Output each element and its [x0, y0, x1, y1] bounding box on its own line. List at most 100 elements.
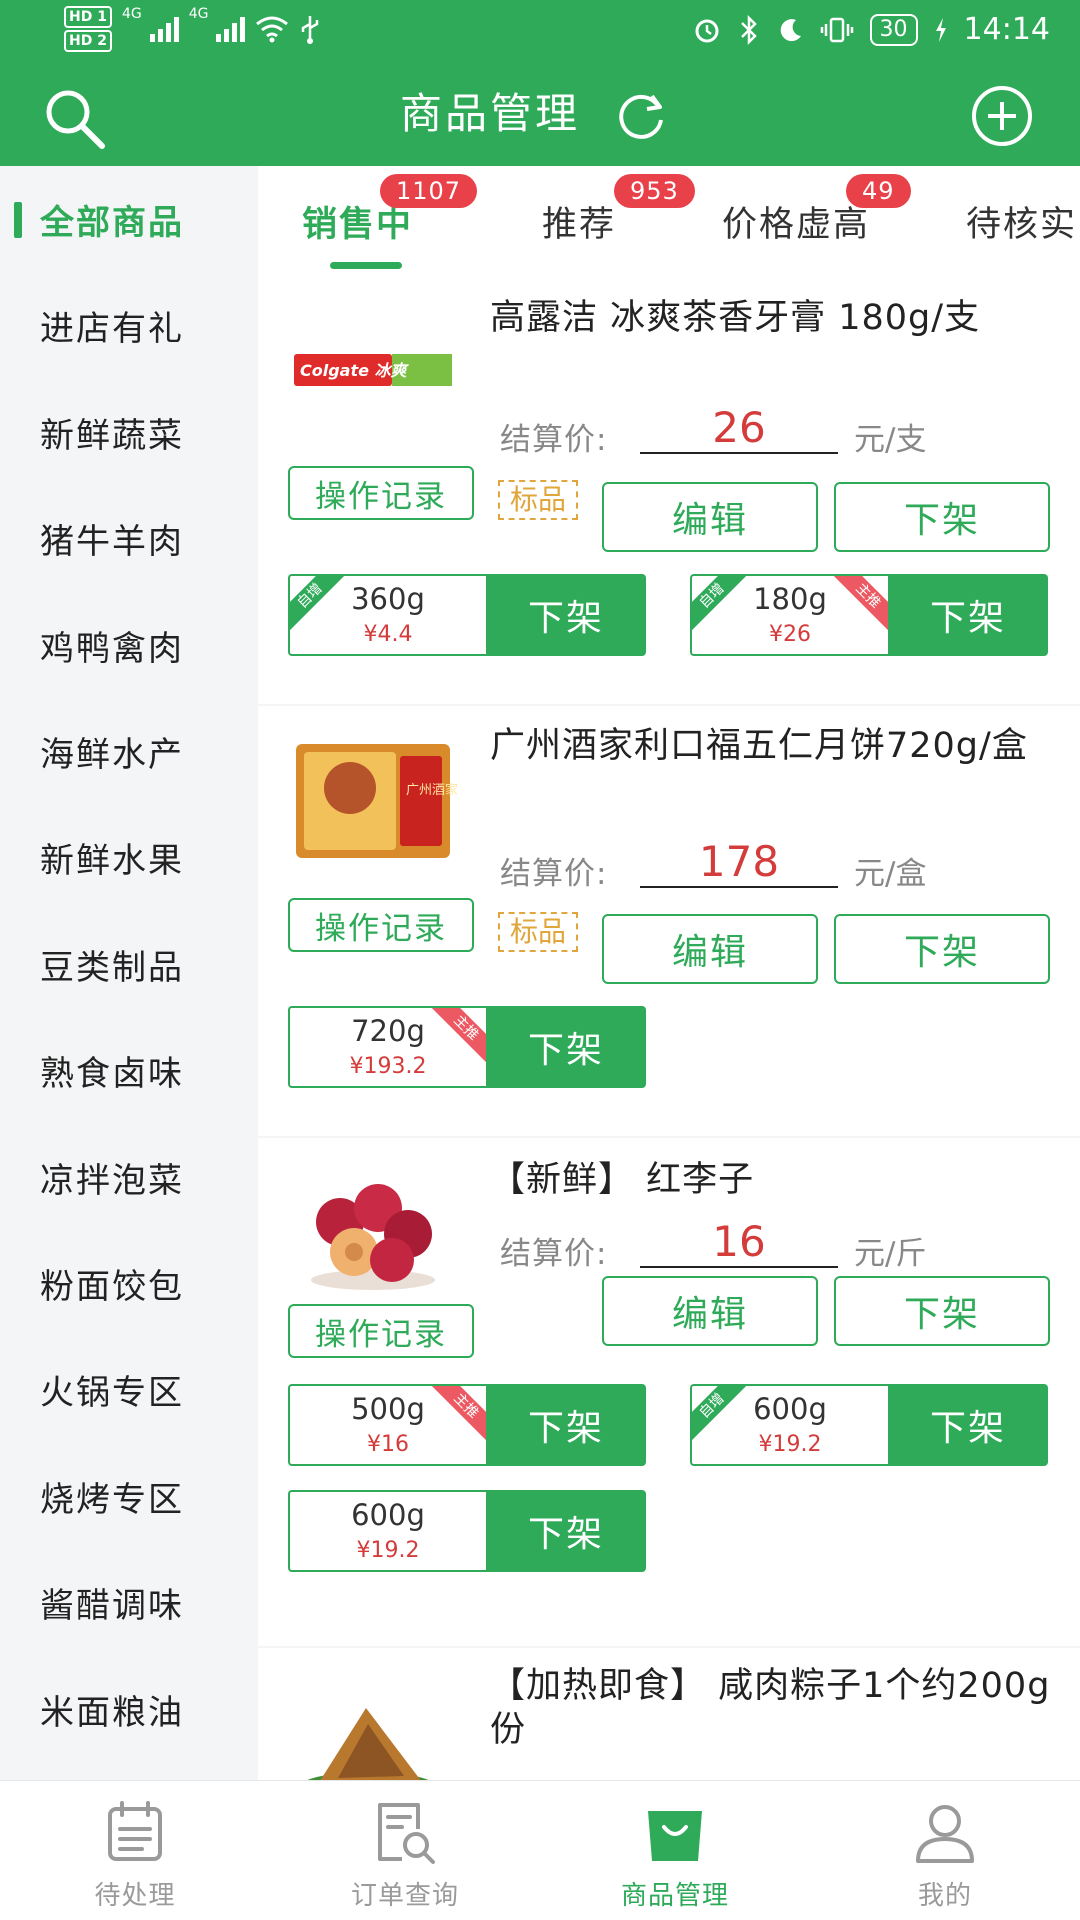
spec-take-down-button[interactable]: 下架	[486, 1384, 646, 1466]
count-badge: 1107	[380, 174, 478, 208]
nav-label: 待处理	[94, 1881, 176, 1911]
sidebar-item[interactable]: 豆类制品	[0, 911, 258, 1017]
edit-button[interactable]: 编辑	[602, 482, 818, 552]
take-down-button[interactable]: 下架	[834, 482, 1050, 552]
user-icon	[916, 1805, 974, 1863]
operation-log-button[interactable]: 操作记录	[288, 898, 474, 952]
spec-take-down-button[interactable]: 下架	[486, 1490, 646, 1572]
tab-on-sale[interactable]: 销售中 1107	[302, 174, 478, 247]
clock: 14:14	[963, 12, 1050, 47]
spec-size: 720g	[351, 1014, 425, 1048]
operation-log-button[interactable]: 操作记录	[288, 466, 474, 520]
spec-price: ¥16	[367, 1432, 409, 1457]
status-tabs: 销售中 1107 推荐 953 价格虚高 49 待核实 1	[258, 166, 1080, 274]
bluetooth-icon	[740, 14, 757, 45]
settle-price-value[interactable]: 178	[640, 838, 838, 888]
operation-log-button[interactable]: 操作记录	[288, 1304, 474, 1358]
nav-order-search[interactable]: 订单查询	[270, 1781, 540, 1920]
tab-overpriced[interactable]: 价格虚高 49	[722, 174, 911, 247]
spec-price: ¥26	[769, 622, 811, 647]
price-unit: 元/盒	[854, 856, 927, 892]
spec-take-down-button[interactable]: 下架	[888, 574, 1048, 656]
sidebar-item[interactable]: 新鲜蔬菜	[0, 379, 258, 485]
spec-info: 600g ¥19.2	[288, 1490, 486, 1572]
product-image: Colgate 冰爽	[294, 354, 452, 386]
nav-mine[interactable]: 我的	[810, 1781, 1080, 1920]
sidebar-item[interactable]: 米面粮油	[0, 1656, 258, 1762]
product-name: 【新鲜】 红李子	[490, 1160, 755, 1200]
wifi-icon	[256, 16, 289, 43]
count-badge: 953	[614, 174, 695, 208]
sidebar-item[interactable]: 火锅专区	[0, 1336, 258, 1442]
network-type-2: 4G	[188, 6, 209, 22]
spec-size: 180g	[753, 582, 827, 616]
sidebar-item[interactable]: 猪牛羊肉	[0, 485, 258, 591]
bottom-navigation: 待处理 订单查询 商品管理 我的	[0, 1780, 1080, 1920]
nav-pending[interactable]: 待处理	[0, 1781, 270, 1920]
take-down-button[interactable]: 下架	[834, 914, 1050, 984]
settle-price-label: 结算价:	[500, 856, 608, 892]
nav-product-management[interactable]: 商品管理	[540, 1781, 810, 1920]
product-image	[307, 1708, 429, 1780]
nav-label: 订单查询	[350, 1881, 459, 1911]
product-card: 【加热即食】 咸肉粽子1个约200g份	[258, 1648, 1080, 1780]
spec-info: 主推 500g ¥16	[288, 1384, 486, 1466]
settle-price-label: 结算价:	[500, 1236, 608, 1272]
price-unit: 元/斤	[854, 1236, 927, 1272]
edit-button[interactable]: 编辑	[602, 1276, 818, 1346]
sidebar-item[interactable]: 熟食卤味	[0, 1017, 258, 1123]
spec-take-down-button[interactable]: 下架	[486, 1006, 646, 1088]
sidebar-item[interactable]: 新鲜水果	[0, 804, 258, 910]
spec-item: 自增 360g ¥4.4 下架	[288, 574, 646, 656]
sidebar-item[interactable]: 酱醋调味	[0, 1549, 258, 1655]
tab-recommended[interactable]: 推荐 953	[542, 174, 695, 247]
sidebar-item-all[interactable]: 全部商品	[0, 166, 258, 272]
take-down-button[interactable]: 下架	[834, 1276, 1050, 1346]
spec-take-down-button[interactable]: 下架	[888, 1384, 1048, 1466]
settle-price-value[interactable]: 16	[640, 1218, 838, 1268]
edit-button[interactable]: 编辑	[602, 914, 818, 984]
sidebar-item[interactable]: 鸡鸭禽肉	[0, 592, 258, 698]
add-icon[interactable]	[970, 84, 1034, 148]
search-icon[interactable]	[40, 84, 110, 154]
sidebar-item[interactable]: 进店有礼	[0, 272, 258, 378]
product-card: 【新鲜】 红李子 结算价: 16 元/斤 编辑 下架 操作记录 主推 500g …	[258, 1138, 1080, 1646]
settle-price-value[interactable]: 26	[640, 404, 838, 454]
page-title: 商品管理	[400, 89, 581, 138]
tab-label: 销售中	[302, 205, 414, 245]
signal-icon-2	[216, 16, 246, 42]
product-card: Colgate 冰爽 高露洁 冰爽茶香牙膏 180g/支 结算价: 26 元/支…	[258, 274, 1080, 704]
product-image: 广州酒家	[296, 744, 458, 858]
alarm-icon	[695, 19, 719, 42]
sidebar-item[interactable]: 凉拌泡菜	[0, 1124, 258, 1230]
image-brand-text: 广州酒家	[406, 782, 458, 798]
nav-label: 商品管理	[620, 1881, 729, 1911]
usb-icon	[302, 16, 319, 44]
standard-product-tag: 标品	[498, 480, 578, 520]
refresh-icon[interactable]	[614, 90, 668, 144]
sidebar-item[interactable]: 粉面饺包	[0, 1230, 258, 1336]
moon-icon	[780, 18, 801, 41]
vibrate-icon	[820, 17, 853, 42]
spec-info: 自增 主推 180g ¥26	[690, 574, 888, 656]
spec-price: ¥193.2	[349, 1054, 427, 1079]
spec-item: 自增 主推 180g ¥26 下架	[690, 574, 1048, 656]
spec-info: 主推 720g ¥193.2	[288, 1006, 486, 1088]
spec-item: 主推 500g ¥16 下架	[288, 1384, 646, 1466]
product-name: 高露洁 冰爽茶香牙膏 180g/支	[490, 298, 981, 338]
tab-pending-verify[interactable]: 待核实 1	[966, 196, 1077, 247]
spec-info: 自增 360g ¥4.4	[288, 574, 486, 656]
status-left: HD 1 HD 2 4G 4G	[64, 6, 321, 52]
product-name: 【加热即食】 咸肉粽子1个约200g份	[490, 1666, 1051, 1750]
spec-size: 360g	[351, 582, 425, 616]
shopping-bag-icon	[648, 1811, 702, 1861]
sidebar-item[interactable]: 海鲜水产	[0, 698, 258, 804]
signal-icon	[149, 16, 179, 42]
tab-label: 价格虚高	[722, 205, 871, 245]
sidebar-item[interactable]: 烧烤专区	[0, 1443, 258, 1549]
active-tab-indicator	[330, 262, 402, 269]
image-brand-text: Colgate 冰爽	[300, 361, 410, 380]
product-list: Colgate 冰爽 高露洁 冰爽茶香牙膏 180g/支 结算价: 26 元/支…	[258, 274, 1080, 1780]
product-card: 广州酒家 广州酒家利口福五仁月饼720g/盒 结算价: 178 元/盒 操作记录…	[258, 706, 1080, 1136]
spec-take-down-button[interactable]: 下架	[486, 574, 646, 656]
